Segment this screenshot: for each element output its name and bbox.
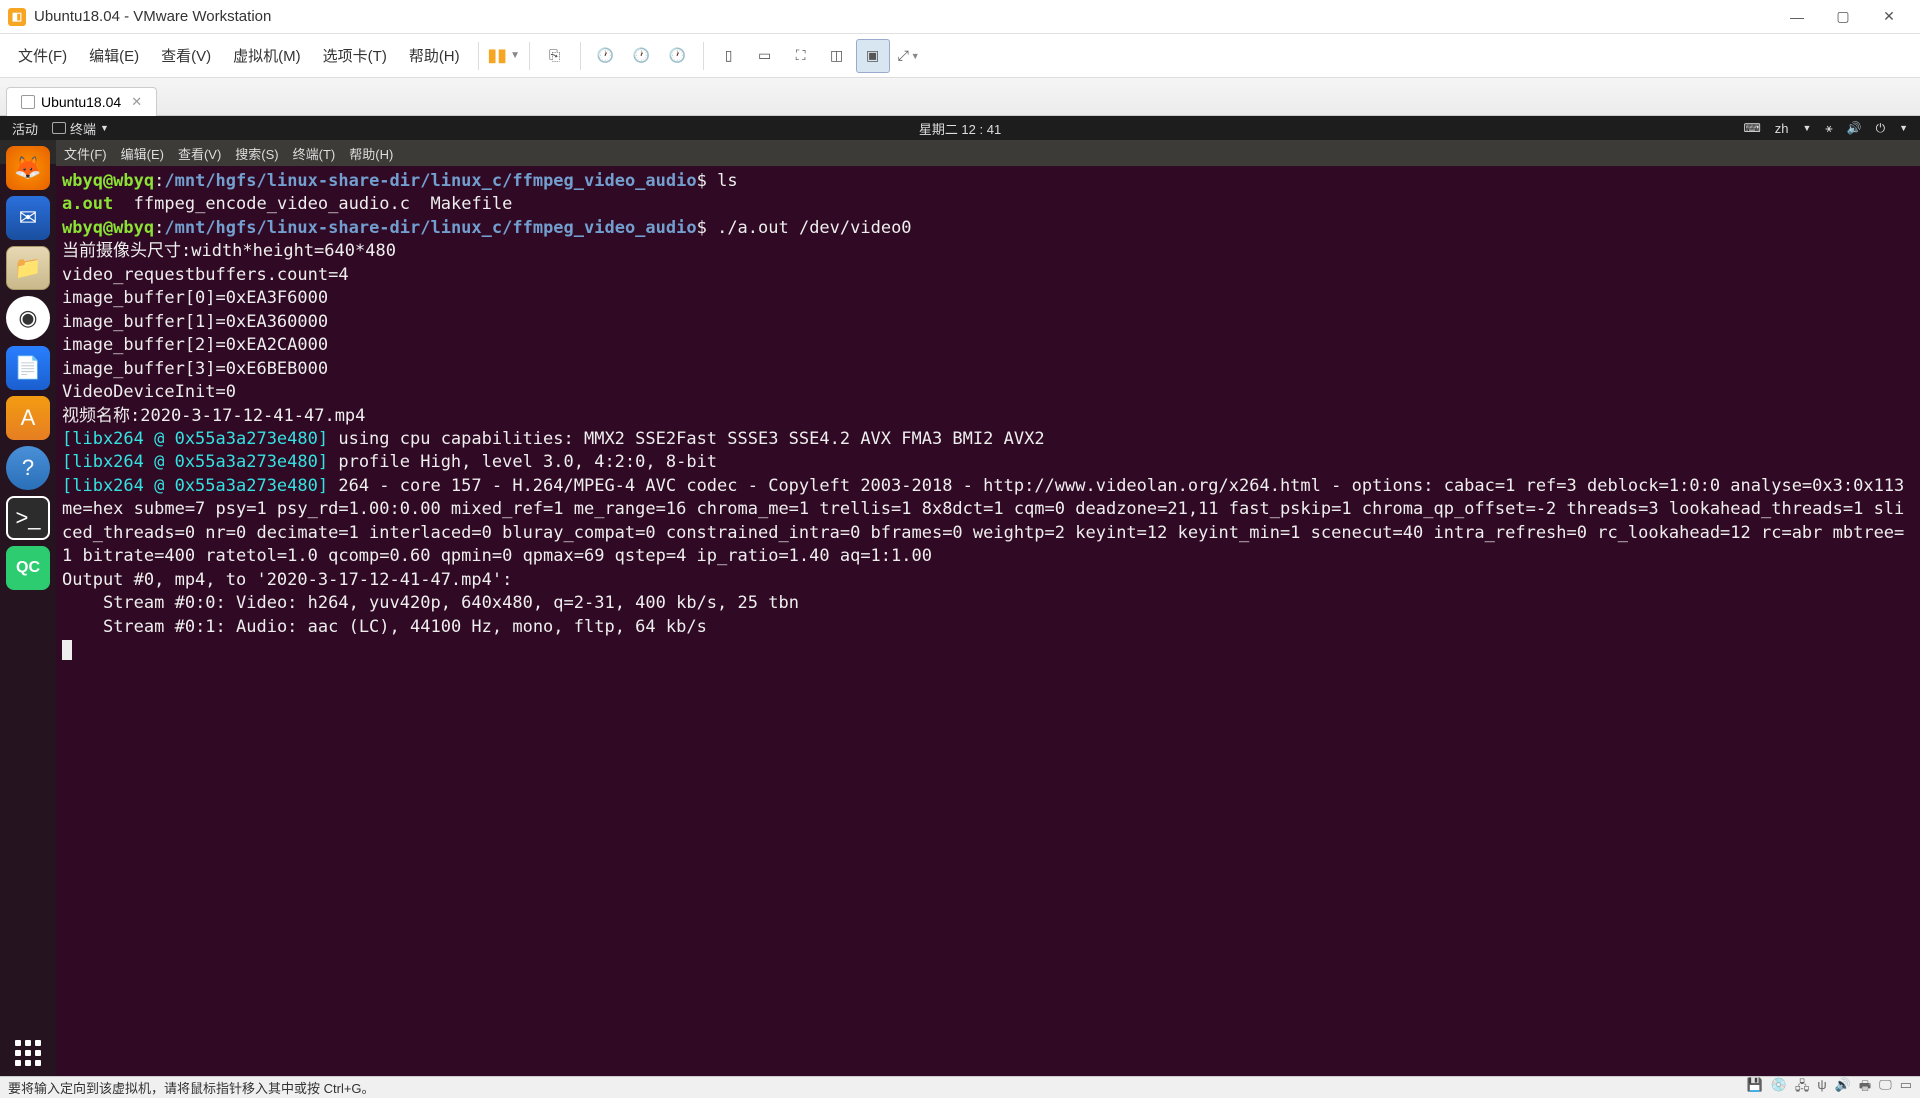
firefox-icon[interactable]: 🦊: [6, 146, 50, 190]
vm-tab-label: Ubuntu18.04: [41, 94, 121, 110]
active-app-indicator[interactable]: 终端 ▼: [52, 119, 109, 138]
terminal-small-icon: [52, 122, 66, 134]
prompt-path: /mnt/hgfs/linux-share-dir/linux_c/ffmpeg…: [164, 218, 696, 238]
libx264-tag: [libx264 @ 0x55a3a273e480]: [62, 476, 328, 496]
files-icon[interactable]: 📁: [6, 246, 50, 290]
term-menu-file[interactable]: 文件(F): [64, 144, 107, 163]
console-view-icon[interactable]: ▣: [856, 39, 890, 73]
out-line: 当前摄像头尺寸:width*height=640*480: [62, 241, 396, 261]
unity-icon[interactable]: ◫: [820, 39, 854, 73]
snapshot-revert-icon[interactable]: 🕐: [625, 39, 659, 73]
qtcreator-icon[interactable]: QC: [6, 546, 50, 590]
chevron-down-icon: ▼: [1899, 123, 1908, 133]
vmware-statusbar: 要将输入定向到该虚拟机，请将鼠标指针移入其中或按 Ctrl+G。 💾 💿 🖧 ψ…: [0, 1076, 1920, 1098]
term-menu-terminal[interactable]: 终端(T): [293, 144, 336, 163]
window-title: Ubuntu18.04 - VMware Workstation: [34, 8, 271, 25]
ubuntu-dock: 🦊 ✉ 📁 ◉ 📄 A ? >_ QC: [0, 140, 56, 1076]
rhythmbox-icon[interactable]: ◉: [6, 296, 50, 340]
maximize-button[interactable]: ▢: [1820, 2, 1866, 32]
terminal-menubar: 文件(F) 编辑(E) 查看(V) 搜索(S) 终端(T) 帮助(H): [56, 140, 1920, 166]
gnome-topbar: 活动 终端 ▼ 星期二 12 : 41 ⌨ zh ▼ ⚹ 🔊 ⏻ ▼: [0, 116, 1920, 140]
suspend-button[interactable]: ▮▮▼: [487, 39, 521, 73]
power-icon[interactable]: ⏻: [1876, 121, 1886, 136]
terminal-window: 文件(F) 编辑(E) 查看(V) 搜索(S) 终端(T) 帮助(H) wbyq…: [56, 140, 1920, 1076]
active-app-label: 终端: [70, 119, 96, 138]
out-line: image_buffer[1]=0xEA360000: [62, 312, 328, 332]
view-split-icon[interactable]: ▭: [748, 39, 782, 73]
menu-help[interactable]: 帮助(H): [399, 39, 470, 72]
snapshot-icon[interactable]: 🕐: [589, 39, 623, 73]
window-titlebar: ◧ Ubuntu18.04 - VMware Workstation — ▢ ✕: [0, 0, 1920, 34]
out-line: VideoDeviceInit=0: [62, 382, 236, 402]
view-single-icon[interactable]: ▯: [712, 39, 746, 73]
cmd-ls: ls: [717, 171, 737, 191]
show-applications-icon[interactable]: [15, 1040, 41, 1066]
cmd-run: ./a.out /dev/video0: [717, 218, 911, 238]
libx-line: 264 - core 157 - H.264/MPEG-4 AVC codec …: [62, 476, 1915, 566]
vmware-app-icon: ◧: [8, 8, 26, 26]
prompt-user: wbyq@wbyq: [62, 171, 154, 191]
menu-vm[interactable]: 虚拟机(M): [223, 39, 311, 72]
minimize-button[interactable]: —: [1774, 2, 1820, 32]
vmware-menubar: 文件(F) 编辑(E) 查看(V) 虚拟机(M) 选项卡(T) 帮助(H) ▮▮…: [0, 34, 1920, 78]
chevron-down-icon: ▼: [100, 123, 109, 133]
vm-tabbar: Ubuntu18.04 ✕: [0, 78, 1920, 116]
ubuntu-software-icon[interactable]: A: [6, 396, 50, 440]
menu-tabs[interactable]: 选项卡(T): [313, 39, 397, 72]
help-icon[interactable]: ?: [6, 446, 50, 490]
ls-src: ffmpeg_encode_video_audio.c: [134, 194, 410, 214]
vm-display[interactable]: 活动 终端 ▼ 星期二 12 : 41 ⌨ zh ▼ ⚹ 🔊 ⏻ ▼ wbyq@…: [0, 116, 1920, 1076]
close-button[interactable]: ✕: [1866, 2, 1912, 32]
libx264-tag: [libx264 @ 0x55a3a273e480]: [62, 452, 328, 472]
output-line: Stream #0:0: Video: h264, yuv420p, 640x4…: [62, 593, 799, 613]
prompt-user: wbyq@wbyq: [62, 218, 154, 238]
vm-tab-ubuntu[interactable]: Ubuntu18.04 ✕: [6, 87, 157, 116]
ls-make: Makefile: [431, 194, 513, 214]
activities-button[interactable]: 活动: [12, 119, 38, 138]
libreoffice-writer-icon[interactable]: 📄: [6, 346, 50, 390]
term-menu-view[interactable]: 查看(V): [178, 144, 221, 163]
menu-file[interactable]: 文件(F): [8, 39, 77, 72]
libx-line: using cpu capabilities: MMX2 SSE2Fast SS…: [328, 429, 1044, 449]
out-line: image_buffer[0]=0xEA3F6000: [62, 288, 328, 308]
terminal-icon[interactable]: >_: [6, 496, 50, 540]
snapshot-manager-icon[interactable]: 🕐: [661, 39, 695, 73]
chevron-down-icon: ▼: [1803, 123, 1812, 133]
thunderbird-icon[interactable]: ✉: [6, 196, 50, 240]
prompt-path: /mnt/hgfs/linux-share-dir/linux_c/ffmpeg…: [164, 171, 696, 191]
libx-line: profile High, level 3.0, 4:2:0, 8-bit: [328, 452, 717, 472]
term-menu-help[interactable]: 帮助(H): [349, 144, 393, 163]
clock[interactable]: 星期二 12 : 41: [919, 119, 1001, 138]
menu-view[interactable]: 查看(V): [151, 39, 221, 72]
keyboard-icon[interactable]: ⌨: [1743, 121, 1760, 135]
fullscreen-icon[interactable]: ⛶: [784, 39, 818, 73]
network-icon[interactable]: ⚹: [1825, 121, 1832, 136]
output-line: Output #0, mp4, to '2020-3-17-12-41-47.m…: [62, 570, 512, 590]
out-line: image_buffer[3]=0xE6BEB000: [62, 359, 328, 379]
stretch-icon[interactable]: ⤢▼: [892, 39, 926, 73]
menu-edit[interactable]: 编辑(E): [79, 39, 149, 72]
term-menu-edit[interactable]: 编辑(E): [121, 144, 164, 163]
terminal-cursor: [62, 640, 72, 660]
out-line: video_requestbuffers.count=4: [62, 265, 349, 285]
statusbar-hint: 要将输入定向到该虚拟机，请将鼠标指针移入其中或按 Ctrl+G。: [8, 1078, 375, 1097]
output-line: Stream #0:1: Audio: aac (LC), 44100 Hz, …: [62, 617, 707, 637]
ls-aout: a.out: [62, 194, 113, 214]
send-ctrl-alt-del-icon[interactable]: ⎘: [538, 39, 572, 73]
out-line: image_buffer[2]=0xEA2CA000: [62, 335, 328, 355]
term-menu-search[interactable]: 搜索(S): [235, 144, 278, 163]
terminal-content[interactable]: wbyq@wbyq:/mnt/hgfs/linux-share-dir/linu…: [56, 166, 1920, 1076]
libx264-tag: [libx264 @ 0x55a3a273e480]: [62, 429, 328, 449]
out-line: 视频名称:2020-3-17-12-41-47.mp4: [62, 406, 365, 426]
tab-close-icon[interactable]: ✕: [131, 94, 142, 110]
vm-tab-icon: [21, 95, 35, 109]
volume-icon[interactable]: 🔊: [1847, 121, 1862, 135]
input-method[interactable]: zh: [1775, 121, 1789, 136]
